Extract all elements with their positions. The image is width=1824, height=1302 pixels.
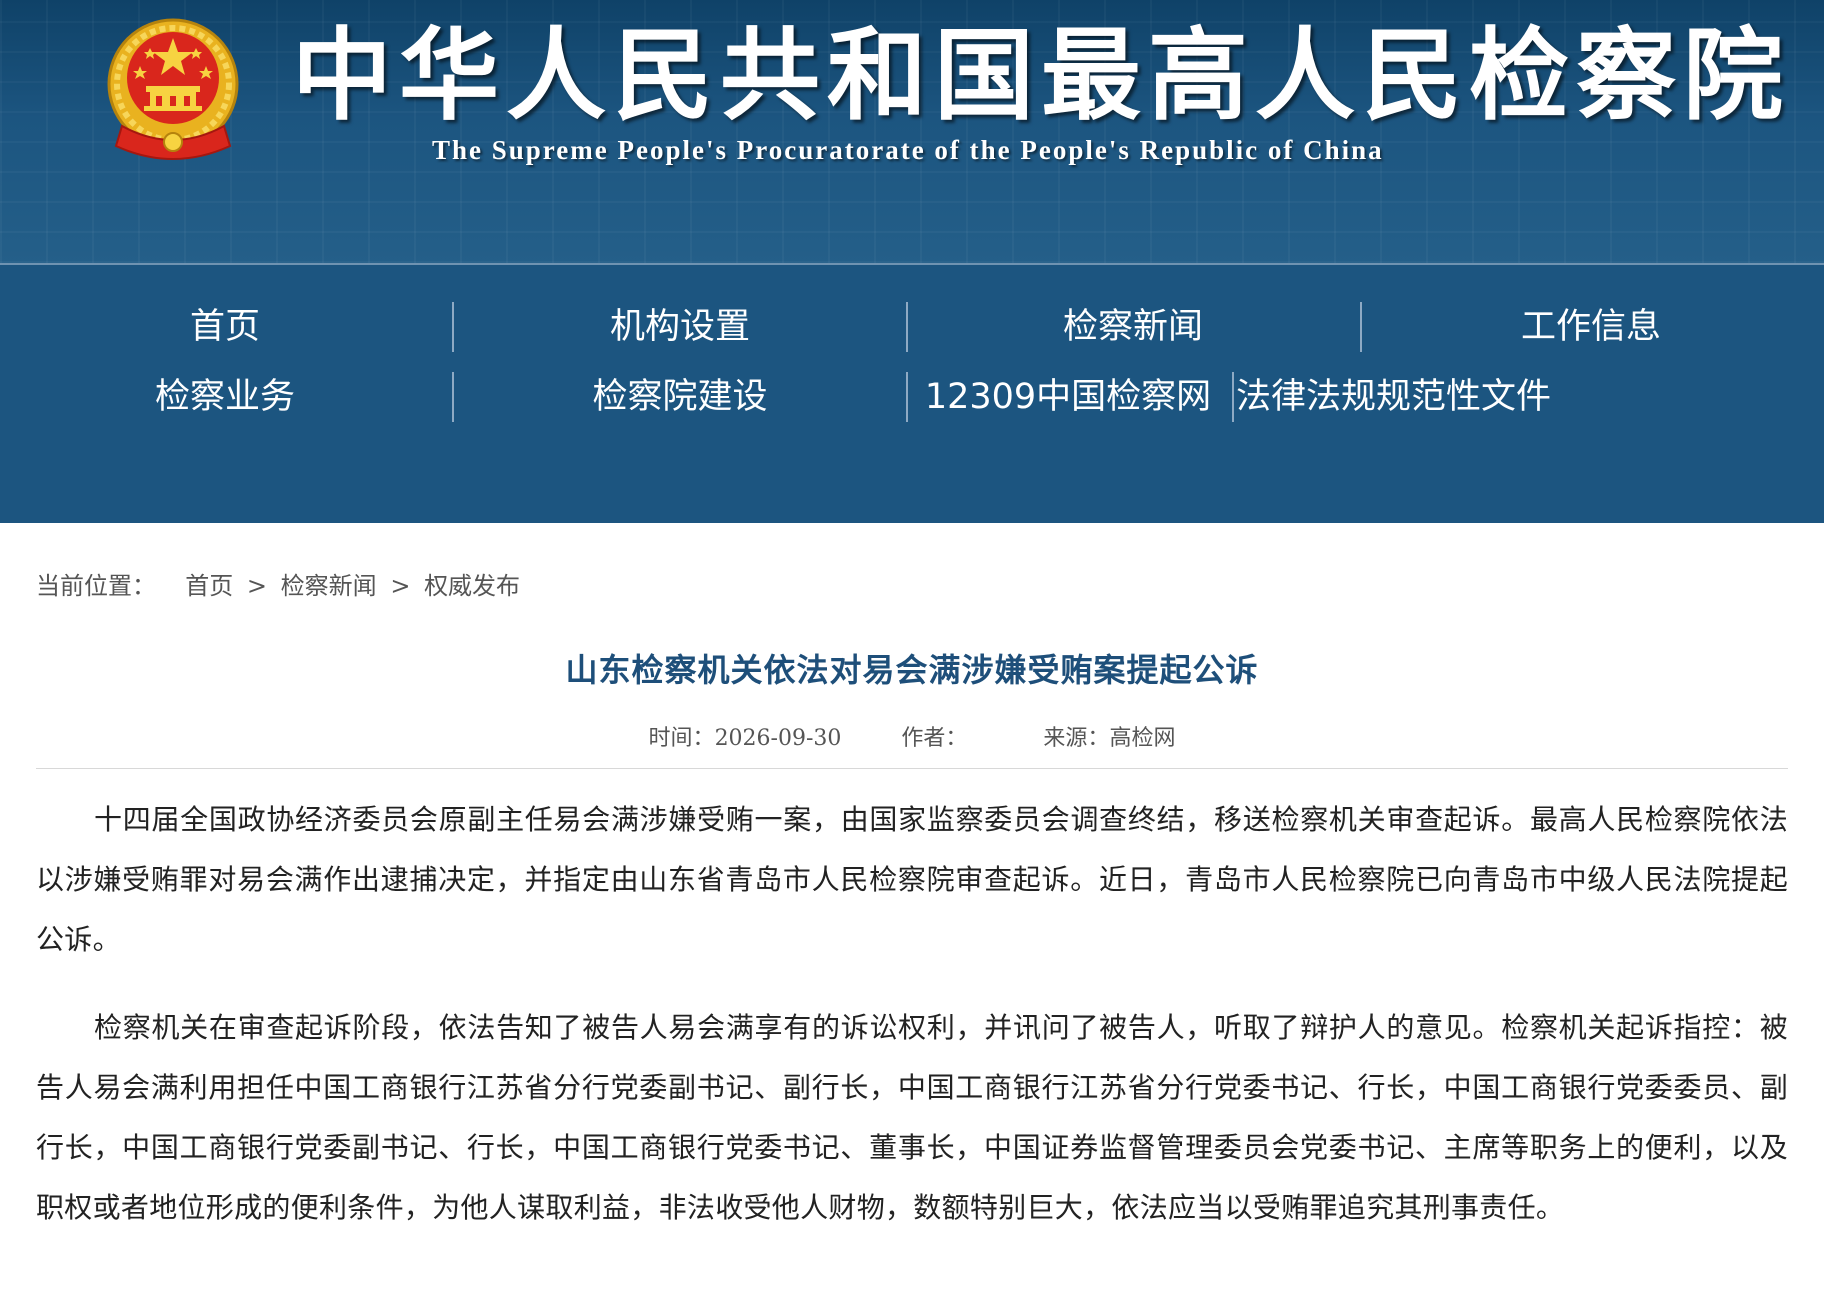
nav-separator bbox=[452, 372, 454, 422]
main-navigation: 首页 机构设置 检察新闻 工作信息 检察业务 检察院建设 12309中国检察网 … bbox=[0, 263, 1824, 523]
site-header: 中华人民共和国最高人民检察院 The Supreme People's Proc… bbox=[0, 0, 1824, 263]
breadcrumb-link-authoritative-release[interactable]: 权威发布 bbox=[424, 572, 520, 600]
article-meta: 时间：2026-09-30 作者： 来源：高检网 bbox=[0, 722, 1824, 756]
nav-separator bbox=[452, 302, 454, 352]
nav-item-12309-network[interactable]: 12309中国检察网 bbox=[918, 372, 1218, 422]
nav-item-procuratorate-construction[interactable]: 检察院建设 bbox=[485, 372, 875, 422]
meta-time-value: 2026-09-30 bbox=[714, 726, 842, 751]
nav-item-home[interactable]: 首页 bbox=[30, 302, 420, 352]
nav-item-procuratorial-business[interactable]: 检察业务 bbox=[30, 372, 420, 422]
nav-item-organization[interactable]: 机构设置 bbox=[485, 302, 875, 352]
article-paragraph: 十四届全国政协经济委员会原副主任易会满涉嫌受贿一案，由国家监察委员会调查终结，移… bbox=[36, 803, 1788, 956]
nav-item-work-info[interactable]: 工作信息 bbox=[1396, 302, 1786, 352]
national-emblem-icon[interactable] bbox=[100, 14, 246, 168]
meta-source-label: 来源： bbox=[1043, 726, 1110, 751]
breadcrumb-separator: > bbox=[390, 572, 411, 600]
nav-item-procuratorial-news[interactable]: 检察新闻 bbox=[938, 302, 1328, 352]
meta-divider bbox=[36, 768, 1788, 769]
nav-separator bbox=[906, 302, 908, 352]
site-subtitle: The Supreme People's Procuratorate of th… bbox=[432, 135, 1384, 165]
breadcrumb-link-home[interactable]: 首页 bbox=[185, 572, 233, 600]
meta-time-label: 时间： bbox=[648, 726, 715, 751]
breadcrumb-link-news[interactable]: 检察新闻 bbox=[281, 572, 377, 600]
nav-item-laws-regulations[interactable]: 法律法规规范性文件 bbox=[1236, 372, 1556, 422]
breadcrumb: 当前位置： 首页 > 检察新闻 > 权威发布 bbox=[36, 568, 520, 604]
article-paragraph: 检察机关在审查起诉阶段，依法告知了被告人易会满享有的诉讼权利，并讯问了被告人，听… bbox=[36, 1011, 1788, 1224]
meta-author-label: 作者： bbox=[901, 726, 968, 751]
article-body: 十四届全国政协经济委员会原副主任易会满涉嫌受贿一案，由国家监察委员会调查终结，移… bbox=[36, 790, 1788, 1266]
site-title: 中华人民共和国最高人民检察院 bbox=[292, 16, 1790, 134]
meta-source-value: 高检网 bbox=[1109, 726, 1176, 751]
nav-separator bbox=[1232, 372, 1234, 422]
nav-separator bbox=[906, 372, 908, 422]
breadcrumb-separator: > bbox=[246, 572, 268, 600]
breadcrumb-prefix: 当前位置： bbox=[36, 572, 156, 600]
article-title: 山东检察机关依法对易会满涉嫌受贿案提起公诉 bbox=[565, 651, 1259, 689]
nav-separator bbox=[1360, 302, 1362, 352]
